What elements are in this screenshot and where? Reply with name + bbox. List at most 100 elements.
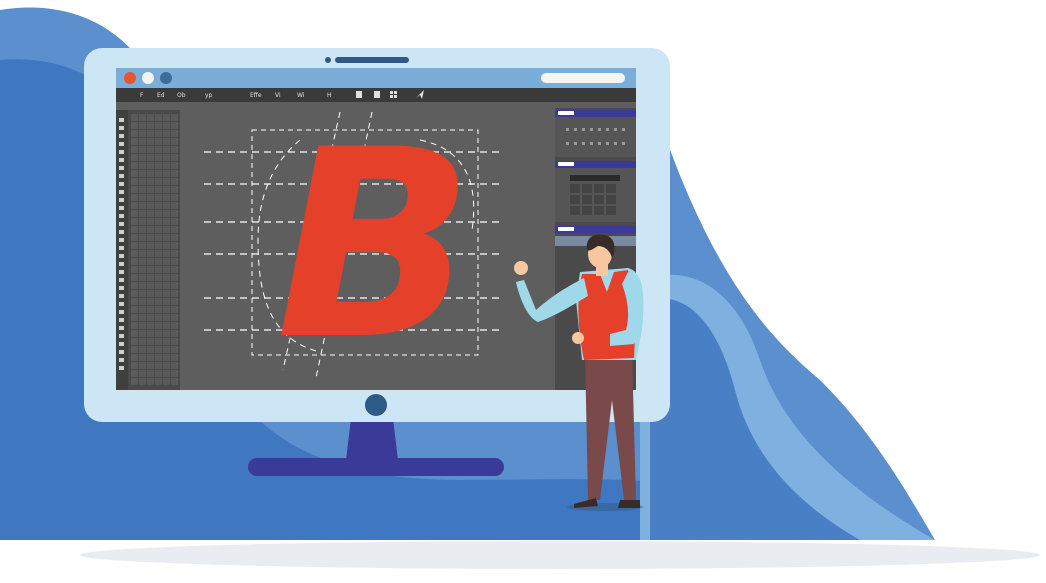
tool-icon[interactable] xyxy=(119,238,124,242)
tool-icon[interactable] xyxy=(119,222,124,226)
property-control[interactable] xyxy=(574,128,577,131)
property-control[interactable] xyxy=(598,142,601,145)
tool-icon[interactable] xyxy=(119,358,124,362)
tool-icon[interactable] xyxy=(119,286,124,290)
property-control[interactable] xyxy=(574,142,577,145)
layer-cell xyxy=(147,114,154,121)
tool-icon[interactable] xyxy=(119,134,124,138)
layer-cell xyxy=(131,322,138,329)
layer-cell xyxy=(155,330,162,337)
layer-cell xyxy=(163,378,170,385)
swatch-cell[interactable] xyxy=(570,184,580,193)
tool-icon[interactable] xyxy=(119,150,124,154)
tool-icon[interactable] xyxy=(119,302,124,306)
tool-icon[interactable] xyxy=(119,334,124,338)
panel-properties xyxy=(555,110,636,157)
layer-cell xyxy=(163,314,170,321)
tool-icon[interactable] xyxy=(119,206,124,210)
tool-icon[interactable] xyxy=(119,182,124,186)
swatch-cell[interactable] xyxy=(594,184,604,193)
tool-icon[interactable] xyxy=(119,118,124,122)
layer-cell xyxy=(171,234,178,241)
menu-item[interactable]: Ed xyxy=(157,92,165,99)
swatch-cell[interactable] xyxy=(570,206,580,215)
tool-icon[interactable] xyxy=(119,198,124,202)
property-control[interactable] xyxy=(622,142,625,145)
swatch-cell[interactable] xyxy=(594,206,604,215)
property-control[interactable] xyxy=(606,142,609,145)
property-control[interactable] xyxy=(566,142,569,145)
layer-cell xyxy=(139,290,146,297)
tool-icon[interactable] xyxy=(119,366,124,370)
swatch-cell[interactable] xyxy=(582,206,592,215)
tool-icon[interactable] xyxy=(119,326,124,330)
property-control[interactable] xyxy=(614,128,617,131)
tool-icon[interactable] xyxy=(119,230,124,234)
tool-icon[interactable] xyxy=(119,214,124,218)
property-control[interactable] xyxy=(622,128,625,131)
menu-item[interactable]: F xyxy=(140,92,144,99)
property-control[interactable] xyxy=(598,128,601,131)
layer-cell xyxy=(131,370,138,377)
swatch-cell[interactable] xyxy=(606,184,616,193)
layer-cell xyxy=(139,242,146,249)
layer-cell xyxy=(131,274,138,281)
swatch-cell[interactable] xyxy=(606,195,616,204)
tool-icon[interactable] xyxy=(119,158,124,162)
layer-cell xyxy=(171,370,178,377)
layer-cell xyxy=(155,290,162,297)
layer-cell xyxy=(163,282,170,289)
swatch-cell[interactable] xyxy=(606,206,616,215)
property-control[interactable] xyxy=(566,128,569,131)
maximize-dot-icon[interactable] xyxy=(160,72,172,84)
swatch-cell[interactable] xyxy=(582,184,592,193)
tool-icon[interactable] xyxy=(119,342,124,346)
menu-item[interactable]: Ob xyxy=(177,92,186,99)
tool-icon[interactable] xyxy=(119,294,124,298)
panel-swatches xyxy=(555,161,636,222)
tool-icon[interactable] xyxy=(119,278,124,282)
property-control[interactable] xyxy=(606,128,609,131)
tool-icon[interactable] xyxy=(119,142,124,146)
monitor-power-button[interactable] xyxy=(365,394,387,416)
layer-cell xyxy=(147,314,154,321)
tool-icon[interactable] xyxy=(119,318,124,322)
layer-cell xyxy=(155,114,162,121)
tool-icon[interactable] xyxy=(119,262,124,266)
tool-icon[interactable] xyxy=(119,126,124,130)
layer-cell xyxy=(155,210,162,217)
layer-cell xyxy=(155,178,162,185)
layer-cell xyxy=(163,162,170,169)
layer-cell xyxy=(147,122,154,129)
tool-icon[interactable] xyxy=(119,310,124,314)
property-control[interactable] xyxy=(614,142,617,145)
property-control[interactable] xyxy=(582,142,585,145)
property-control[interactable] xyxy=(590,142,593,145)
layer-cell xyxy=(163,194,170,201)
layer-cell xyxy=(171,362,178,369)
layer-cell xyxy=(131,290,138,297)
layer-cell xyxy=(139,330,146,337)
layer-cell xyxy=(163,154,170,161)
layer-cell xyxy=(163,266,170,273)
tool-icon[interactable] xyxy=(119,350,124,354)
layer-cell xyxy=(139,322,146,329)
swatch-cell[interactable] xyxy=(594,195,604,204)
tool-icon[interactable] xyxy=(119,174,124,178)
swatch-cell[interactable] xyxy=(582,195,592,204)
minimize-dot-icon[interactable] xyxy=(142,72,154,84)
swatch-cell[interactable] xyxy=(570,195,580,204)
menu-item[interactable]: yp xyxy=(205,92,213,99)
tool-icon[interactable] xyxy=(119,270,124,274)
property-control[interactable] xyxy=(590,128,593,131)
tool-icon[interactable] xyxy=(119,166,124,170)
tool-icon[interactable] xyxy=(119,190,124,194)
address-bar[interactable] xyxy=(541,73,625,83)
tool-icon[interactable] xyxy=(119,254,124,258)
close-dot-icon[interactable] xyxy=(124,72,136,84)
tool-icon[interactable] xyxy=(119,246,124,250)
layer-cell xyxy=(147,194,154,201)
menu-item[interactable]: Effe xyxy=(250,92,262,99)
property-control[interactable] xyxy=(582,128,585,131)
layer-cell xyxy=(155,354,162,361)
